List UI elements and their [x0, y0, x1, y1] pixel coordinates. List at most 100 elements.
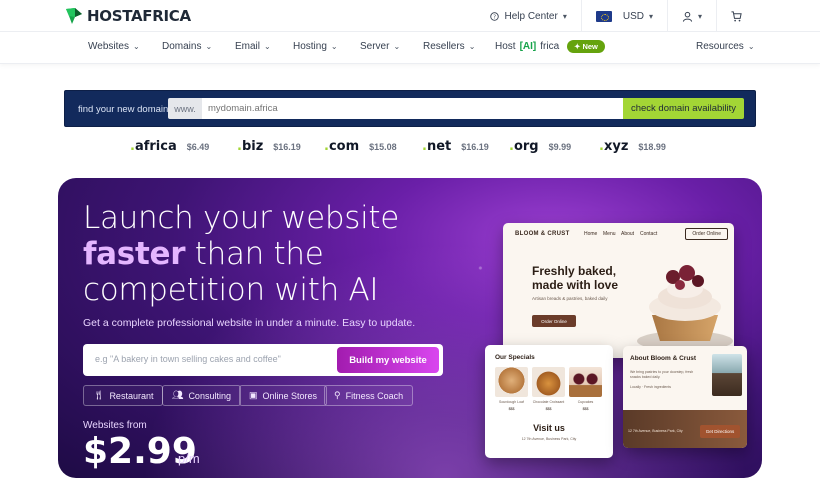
about-body: We bring pastries to your doorstep, fres…	[630, 370, 694, 379]
check-domain-button[interactable]: check domain availability	[623, 98, 744, 119]
chip-label: Fitness Coach	[345, 390, 404, 401]
www-prefix: www.	[168, 98, 202, 119]
help-circle-icon: ?	[490, 11, 500, 21]
tld-price-org[interactable]: .org $9.99	[509, 139, 571, 154]
nav-label: Email	[235, 41, 261, 52]
store-icon: ▣	[249, 390, 258, 400]
svg-text:?: ?	[494, 14, 497, 20]
tld-price: $15.08	[369, 142, 397, 152]
chevron-down-icon: ⌄	[468, 42, 476, 51]
storefront-image	[712, 354, 742, 396]
hero-heading-accent: faster	[83, 236, 186, 272]
hero-heading-line: Launch your website	[83, 200, 400, 236]
account-menu[interactable]: ▾	[668, 0, 716, 32]
tld-price-com[interactable]: .com $15.08	[324, 139, 397, 154]
chip-fitness-coach[interactable]: ⚲ Fitness Coach	[324, 385, 414, 406]
chip-consulting[interactable]: 👥︎ Consulting	[162, 385, 241, 406]
sparkle-icon: ✦	[574, 42, 581, 51]
flag-icon	[595, 10, 612, 22]
chevron-down-icon: ⌄	[393, 42, 401, 51]
tld-price: $6.49	[186, 142, 210, 152]
about-address: 12 7th Avenue, Business Park, City	[628, 429, 683, 433]
africa-logo-icon	[66, 8, 82, 24]
specials-title: Our Specials	[495, 354, 535, 361]
ai-bracket: [AI]	[519, 41, 537, 52]
tld-price: $9.99	[548, 142, 572, 152]
preview-cta: Order Online	[532, 315, 576, 327]
tld-price: $18.99	[638, 142, 666, 152]
people-icon: 👥︎	[172, 390, 184, 400]
utensils-icon: 🍴︎	[93, 390, 105, 400]
nav-domains[interactable]: Domains ⌄	[162, 41, 212, 52]
tld-price-net[interactable]: .net $16.19	[422, 139, 489, 154]
chip-restaurant[interactable]: 🍴︎ Restaurant	[83, 385, 164, 406]
about-sub: Locally · Fresh ingredients	[630, 385, 672, 389]
currency-label: USD	[622, 10, 644, 22]
preview-order-button: Order Online	[685, 228, 728, 240]
nav-hostafrica-ai[interactable]: Host [AI] frica ✦ New	[495, 40, 605, 53]
hero-heading: Launch your website faster than the comp…	[83, 200, 443, 308]
price-unit: p/m	[178, 451, 200, 466]
tld-name: .xyz	[599, 139, 629, 154]
tld-name: .com	[324, 139, 360, 154]
nav-hosting[interactable]: Hosting ⌄	[293, 41, 338, 52]
hero-subtitle: Get a complete professional website in u…	[83, 317, 416, 329]
cupcake-image	[637, 265, 733, 351]
nav-label: Resources	[696, 41, 744, 52]
special-price: $$$	[508, 407, 515, 411]
chevron-down-icon: ⌄	[205, 42, 213, 51]
domain-search-bar: find your new domain www. check domain a…	[64, 90, 756, 127]
nav-label: Server	[360, 41, 390, 52]
chevron-down-icon: ▾	[562, 11, 567, 21]
nav-label: Websites	[88, 41, 129, 52]
hero-heading-line: competition with AI	[83, 272, 379, 308]
cart-button[interactable]	[717, 0, 820, 32]
chevron-down-icon: ⌄	[264, 42, 271, 51]
nav-resources[interactable]: Resources ⌄	[696, 41, 755, 52]
nav-label: Domains	[162, 41, 202, 52]
tld-price-xyz[interactable]: .xyz $18.99	[599, 139, 666, 154]
tld-name: .net	[422, 139, 452, 154]
preview-brand: BLOOM & CRUST	[515, 231, 570, 237]
tld-name: .biz	[237, 139, 264, 154]
brand-logo[interactable]: HOSTAFRICA	[64, 6, 191, 26]
chip-online-stores[interactable]: ▣ Online Stores	[239, 385, 328, 406]
ai-prompt-input[interactable]: e.g "A bakery in town selling cakes and …	[95, 354, 281, 364]
help-center-label: Help Center	[504, 10, 558, 22]
ai-prefix: Host	[495, 41, 516, 52]
domain-search-label: find your new domain	[78, 104, 169, 115]
main-nav: Websites ⌄ Domains ⌄ Email ⌄ Hosting ⌄ Serve…	[0, 32, 820, 64]
tld-name: .africa	[130, 139, 177, 154]
visit-address: 12 7th Avenue, Business Park, City	[521, 437, 577, 441]
nav-resellers[interactable]: Resellers ⌄	[423, 41, 475, 52]
cupcakes-image	[569, 367, 602, 397]
currency-selector[interactable]: USD ▾	[582, 0, 667, 32]
nav-email[interactable]: Email ⌄	[235, 41, 271, 52]
tld-price-biz[interactable]: .biz $16.19	[237, 139, 301, 154]
new-badge-label: New	[582, 42, 598, 51]
build-website-button[interactable]: Build my website	[337, 347, 439, 373]
chip-label: Restaurant	[109, 390, 154, 401]
nav-websites[interactable]: Websites ⌄	[88, 41, 140, 52]
dumbbell-icon: ⚲	[334, 390, 341, 400]
nav-server[interactable]: Server ⌄	[360, 41, 400, 52]
new-badge: ✦ New	[567, 40, 605, 53]
preview-nav-link: Menu	[603, 231, 616, 237]
website-preview-main: BLOOM & CRUST Home Menu About Contact Or…	[503, 223, 734, 358]
ai-prompt-box: e.g "A bakery in town selling cakes and …	[83, 344, 443, 376]
help-center-menu[interactable]: ? Help Center ▾	[476, 0, 580, 32]
chevron-down-icon: ⌄	[132, 42, 140, 51]
tld-price-africa[interactable]: .africa $6.49	[130, 139, 209, 154]
tld-price: $16.19	[273, 142, 301, 152]
preview-nav-link: Home	[584, 231, 598, 237]
domain-input[interactable]	[202, 98, 623, 119]
directions-button: Get Directions	[700, 425, 740, 438]
preview-headline: Freshly baked, made with love	[532, 264, 619, 292]
cart-icon	[731, 10, 742, 21]
croissant-image	[532, 367, 565, 397]
tld-name: .org	[509, 139, 539, 154]
special-price: $$$	[545, 407, 552, 411]
price-from-label: Websites from	[83, 420, 147, 431]
chevron-down-icon: ⌄	[747, 42, 755, 51]
visit-title: Visit us	[533, 423, 565, 433]
